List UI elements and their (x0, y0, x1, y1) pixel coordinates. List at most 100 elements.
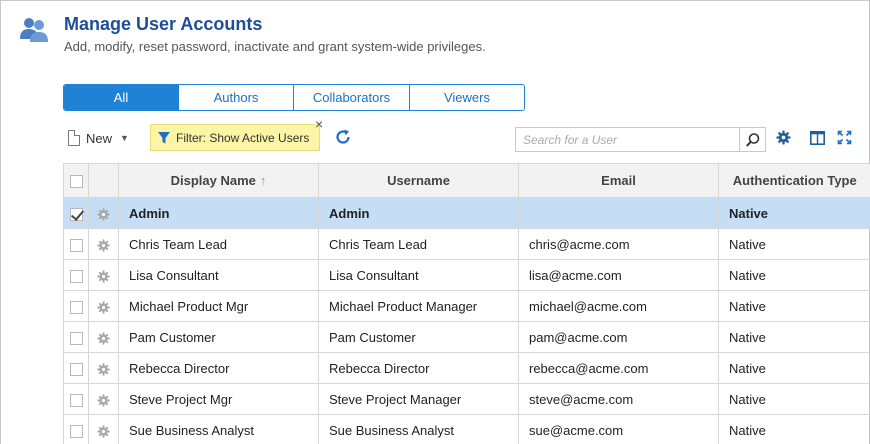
cell-authentication-type: Native (718, 383, 870, 415)
row-gear-cell (88, 321, 119, 353)
row-gear-cell (88, 290, 119, 322)
row-checkbox-cell (63, 321, 89, 353)
close-icon[interactable]: × (315, 116, 323, 132)
tab-all[interactable]: All (64, 85, 179, 110)
refresh-icon[interactable] (334, 128, 352, 146)
new-button[interactable]: New ▼ (68, 128, 129, 148)
select-all-checkbox[interactable] (69, 175, 83, 189)
page-title: Manage User Accounts (64, 14, 263, 34)
search-icon (745, 132, 759, 147)
table-row[interactable]: Rebecca Director Rebecca Director rebecca@… (63, 352, 870, 384)
page-subtitle: Add, modify, reset password, inactivate … (64, 39, 486, 54)
row-gear-icon[interactable] (97, 269, 110, 283)
column-header-display-name[interactable]: Display Name ↑ (118, 163, 319, 198)
cell-authentication-type: Native (718, 228, 870, 260)
cell-display-name: Admin (118, 197, 319, 229)
row-checkbox[interactable] (69, 393, 83, 407)
cell-authentication-type: Native (718, 352, 870, 384)
gear-header-cell (88, 163, 119, 198)
cell-authentication-type: Native (718, 414, 870, 444)
cell-authentication-type: Native (718, 197, 870, 229)
row-gear-cell (88, 197, 119, 229)
cell-username: Steve Project Manager (318, 383, 519, 415)
column-header-label: Display Name (170, 173, 256, 188)
cell-email: michael@acme.com (518, 290, 719, 322)
cell-display-name: Chris Team Lead (118, 228, 319, 260)
row-checkbox[interactable] (69, 269, 83, 283)
search-button[interactable] (739, 128, 765, 151)
table-row[interactable]: Pam Customer Pam Customer pam@acme.com Nati… (63, 321, 870, 353)
cell-email: sue@acme.com (518, 414, 719, 444)
filter-chip[interactable]: Filter: Show Active Users (150, 124, 320, 151)
cell-email: rebecca@acme.com (518, 352, 719, 384)
row-gear-icon[interactable] (97, 393, 110, 407)
cell-email: lisa@acme.com (518, 259, 719, 291)
cell-display-name: Michael Product Mgr (118, 290, 319, 322)
row-gear-icon[interactable] (97, 362, 110, 376)
cell-display-name: Steve Project Mgr (118, 383, 319, 415)
cell-authentication-type: Native (718, 321, 870, 353)
row-checkbox-cell (63, 228, 89, 260)
row-checkbox[interactable] (69, 207, 83, 221)
table-row[interactable]: Lisa Consultant Lisa Consultant lisa@acme.… (63, 259, 870, 291)
users-table: Display Name ↑ Username Email Authenticat… (63, 163, 870, 444)
cell-username: Pam Customer (318, 321, 519, 353)
cell-username: Chris Team Lead (318, 228, 519, 260)
funnel-icon (158, 131, 170, 143)
row-gear-icon[interactable] (97, 424, 110, 438)
cell-authentication-type: Native (718, 259, 870, 291)
row-checkbox[interactable] (69, 238, 83, 252)
row-checkbox-cell (63, 290, 89, 322)
row-checkbox-cell (63, 414, 89, 444)
row-checkbox[interactable] (69, 300, 83, 314)
cell-email: pam@acme.com (518, 321, 719, 353)
row-gear-icon[interactable] (97, 238, 110, 252)
table-row[interactable]: Chris Team Lead Chris Team Lead chris@acme… (63, 228, 870, 260)
filter-label: Filter: Show Active Users (176, 130, 310, 145)
cell-username: Admin (318, 197, 519, 229)
cell-username: Sue Business Analyst (318, 414, 519, 444)
expand-icon[interactable] (837, 130, 852, 145)
row-checkbox-cell (63, 352, 89, 384)
row-checkbox-cell (63, 383, 89, 415)
user-type-tabs: All Authors Collaborators Viewers (63, 84, 525, 111)
tab-authors[interactable]: Authors (179, 85, 294, 110)
row-gear-cell (88, 414, 119, 444)
row-checkbox-cell (63, 197, 89, 229)
table-row[interactable]: Admin Admin Native (63, 197, 870, 229)
tab-viewers[interactable]: Viewers (410, 85, 524, 110)
row-gear-icon[interactable] (97, 300, 110, 314)
column-header-authentication-type[interactable]: Authentication Type (718, 163, 870, 198)
row-gear-icon[interactable] (97, 207, 110, 221)
settings-gear-icon[interactable] (776, 130, 791, 145)
column-header-email[interactable]: Email (518, 163, 719, 198)
row-checkbox[interactable] (69, 362, 83, 376)
cell-display-name: Lisa Consultant (118, 259, 319, 291)
document-icon (68, 130, 80, 146)
cell-authentication-type: Native (718, 290, 870, 322)
cell-username: Lisa Consultant (318, 259, 519, 291)
cell-email: chris@acme.com (518, 228, 719, 260)
cell-display-name: Pam Customer (118, 321, 319, 353)
row-gear-cell (88, 259, 119, 291)
cell-email: steve@acme.com (518, 383, 719, 415)
search-input[interactable] (516, 128, 739, 151)
row-checkbox[interactable] (69, 331, 83, 345)
cell-username: Rebecca Director (318, 352, 519, 384)
cell-display-name: Sue Business Analyst (118, 414, 319, 444)
table-row[interactable]: Michael Product Mgr Michael Product Manag… (63, 290, 870, 322)
row-gear-icon[interactable] (97, 331, 110, 345)
row-gear-cell (88, 383, 119, 415)
new-button-label: New (86, 130, 113, 146)
row-checkbox[interactable] (69, 424, 83, 438)
row-gear-cell (88, 228, 119, 260)
table-header-row: Display Name ↑ Username Email Authenticat… (63, 163, 870, 198)
tab-collaborators[interactable]: Collaborators (294, 85, 410, 110)
table-row[interactable]: Steve Project Mgr Steve Project Manager st… (63, 383, 870, 415)
users-icon (20, 18, 48, 42)
columns-icon[interactable] (810, 131, 825, 145)
table-row[interactable]: Sue Business Analyst Sue Business Analyst… (63, 414, 870, 444)
cell-display-name: Rebecca Director (118, 352, 319, 384)
row-checkbox-cell (63, 259, 89, 291)
column-header-username[interactable]: Username (318, 163, 519, 198)
